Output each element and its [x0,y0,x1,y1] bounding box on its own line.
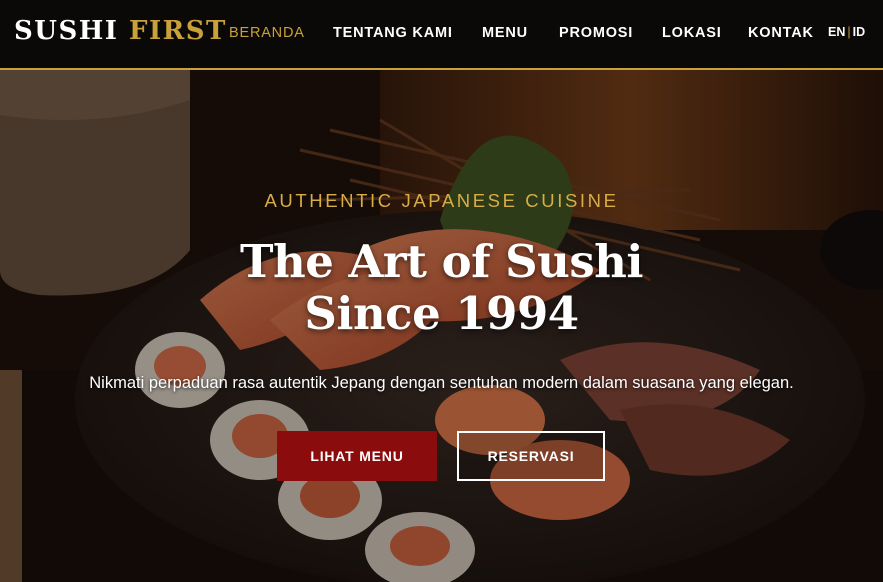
language-option-en[interactable]: EN [828,25,845,39]
nav-item-beranda[interactable]: BERANDA [229,25,305,41]
language-separator: | [847,25,851,39]
language-option-id[interactable]: ID [853,25,866,39]
hero-title-line-2: Since 1994 [304,287,579,340]
page: SUSHI FIRST BERANDA TENTANG KAMI MENU PR… [0,0,883,582]
hero-title: The Art of Sushi Since 1994 [0,236,883,340]
hero-title-line-1: The Art of Sushi [240,235,643,288]
nav-item-lokasi[interactable]: LOKASI [662,25,722,41]
hero-tagline: AUTHENTIC JAPANESE CUISINE [264,190,619,211]
logo[interactable]: SUSHI FIRST [14,16,227,46]
language-switcher: EN | ID [828,25,865,39]
nav-item-promosi[interactable]: PROMOSI [559,25,633,41]
nav-item-menu[interactable]: MENU [482,25,528,41]
logo-text-accent: FIRST [129,16,227,46]
nav-item-kontak[interactable]: KONTAK [748,25,814,41]
reservation-button[interactable]: RESERVASI [457,431,605,481]
logo-text-primary: SUSHI [14,16,119,46]
hero-subtitle: Nikmati perpaduan rasa autentik Jepang d… [89,374,794,392]
hero-section: AUTHENTIC JAPANESE CUISINE The Art of Su… [0,70,883,582]
nav-item-tentang-kami[interactable]: TENTANG KAMI [333,25,453,41]
site-header: SUSHI FIRST BERANDA TENTANG KAMI MENU PR… [0,0,883,70]
view-menu-button[interactable]: LIHAT MENU [277,431,437,481]
